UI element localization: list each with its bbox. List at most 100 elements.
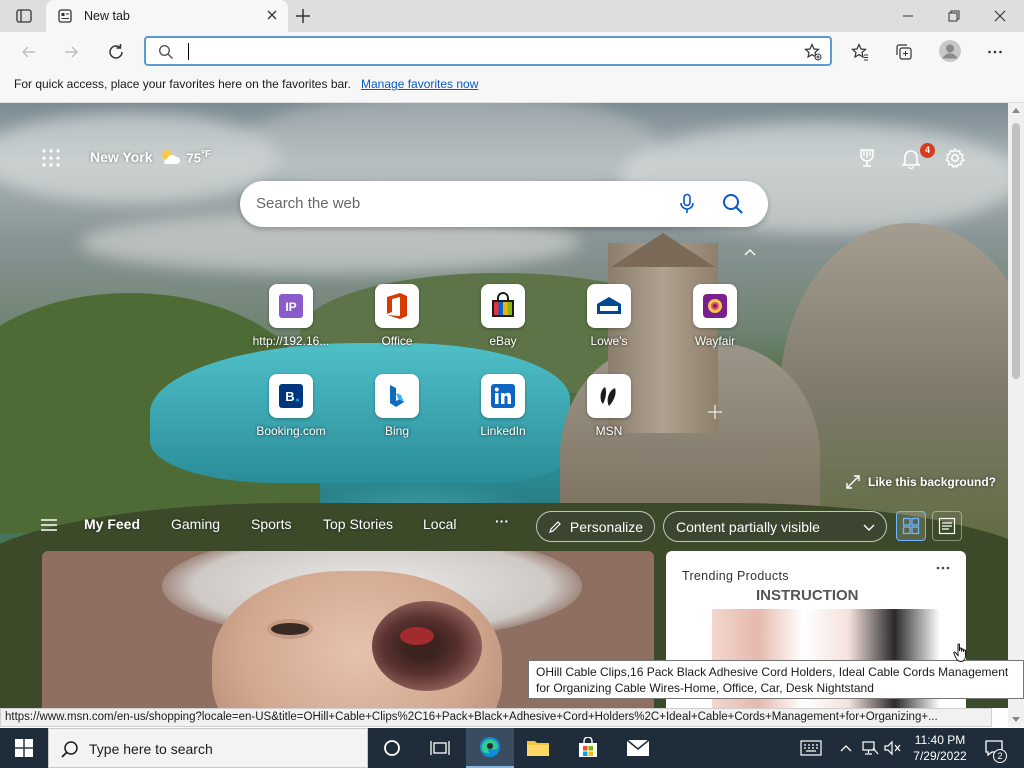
- scroll-up-arrow-icon[interactable]: [1012, 107, 1020, 113]
- show-hidden-icons-button[interactable]: [838, 728, 854, 768]
- card-more-button[interactable]: [936, 565, 950, 571]
- text-caret: [188, 43, 189, 60]
- plus-icon: [296, 9, 310, 23]
- file-explorer-button[interactable]: [514, 728, 562, 768]
- back-button[interactable]: [18, 41, 40, 63]
- cortana-button[interactable]: [368, 728, 416, 768]
- personalize-button[interactable]: Personalize: [536, 511, 655, 542]
- web-search-placeholder: Search the web: [256, 195, 361, 212]
- clock-time: 11:40 PM: [914, 733, 966, 747]
- notifications-button[interactable]: [900, 147, 922, 169]
- list-layout-icon: [938, 517, 956, 535]
- app-grid-icon: [42, 149, 60, 167]
- photo-detail: [372, 601, 482, 691]
- scrollbar-thumb[interactable]: [1012, 123, 1020, 379]
- page-scrollbar[interactable]: [1008, 103, 1024, 727]
- content-visibility-dropdown[interactable]: Content partially visible: [663, 511, 887, 542]
- quick-link-linkedin[interactable]: LinkedIn: [458, 374, 548, 438]
- voice-search-button[interactable]: [678, 193, 696, 215]
- search-icon: [723, 194, 743, 214]
- quick-link-label: Lowe's: [590, 334, 628, 348]
- hand-cursor-icon: [953, 643, 969, 663]
- close-window-button[interactable]: [990, 6, 1010, 26]
- collections-icon: [896, 44, 912, 60]
- minimize-button[interactable]: [898, 6, 918, 26]
- feed-tab-sports[interactable]: Sports: [251, 516, 291, 532]
- network-icon: [862, 741, 879, 755]
- office-icon: [375, 284, 419, 328]
- quick-link-label: Office: [381, 334, 413, 348]
- mail-button[interactable]: [614, 728, 662, 768]
- settings-more-button[interactable]: [984, 41, 1006, 63]
- new-tab-page: New York 75°F 4 Search the web IP http:/…: [0, 103, 1008, 708]
- edge-taskbar-button[interactable]: [466, 728, 514, 768]
- favorites-button[interactable]: [849, 41, 871, 63]
- quick-link-ebay[interactable]: eBay: [458, 284, 548, 348]
- cortana-circle-icon: [384, 740, 400, 756]
- scroll-down-arrow-icon[interactable]: [1012, 717, 1020, 723]
- manage-favorites-link[interactable]: Manage favorites now: [361, 77, 478, 91]
- network-button[interactable]: [860, 728, 880, 768]
- add-quick-link-button[interactable]: [706, 403, 724, 421]
- chevron-up-icon: [840, 745, 852, 752]
- newtab-favicon-icon: [58, 9, 72, 23]
- address-bar[interactable]: [144, 36, 832, 66]
- windows-logo-icon: [15, 739, 33, 757]
- web-search-box[interactable]: Search the web: [240, 181, 768, 227]
- quick-link-booking[interactable]: B Booking.com: [246, 374, 336, 438]
- photo-detail: [267, 619, 313, 639]
- grid-layout-button[interactable]: [896, 511, 926, 541]
- add-favorite-button[interactable]: [804, 43, 822, 61]
- tab-title: New tab: [84, 9, 130, 23]
- app-launcher-button[interactable]: [42, 149, 60, 167]
- like-background-button[interactable]: Like this background?: [846, 475, 996, 489]
- browser-tab[interactable]: New tab: [46, 0, 288, 32]
- store-button[interactable]: [564, 728, 612, 768]
- input-indicator-button[interactable]: [796, 728, 826, 768]
- quick-link-msn[interactable]: MSN: [564, 374, 654, 438]
- tab-actions-button[interactable]: [10, 6, 38, 26]
- quick-link-office[interactable]: Office: [352, 284, 442, 348]
- collapse-quick-links-button[interactable]: [742, 247, 758, 257]
- feed-tab-my-feed[interactable]: My Feed: [84, 516, 140, 532]
- list-layout-button[interactable]: [932, 511, 962, 541]
- tab-close-icon[interactable]: [266, 9, 278, 21]
- linkedin-icon: [481, 374, 525, 418]
- quick-link-label: Booking.com: [256, 424, 326, 438]
- refresh-button[interactable]: [105, 41, 127, 63]
- feed-menu-button[interactable]: [40, 518, 58, 532]
- profile-button[interactable]: [937, 38, 963, 64]
- taskbar-clock[interactable]: 11:40 PM 7/29/2022: [904, 732, 976, 764]
- quick-link-wayfair[interactable]: Wayfair: [670, 284, 760, 348]
- forward-button[interactable]: [60, 41, 82, 63]
- feed-more-button[interactable]: ···: [495, 513, 509, 529]
- browser-toolbar: [0, 32, 1024, 70]
- quick-link-bing[interactable]: Bing: [352, 374, 442, 438]
- quick-link-lowes[interactable]: Lowe's: [564, 284, 654, 348]
- search-icon: [61, 740, 79, 758]
- start-button[interactable]: [0, 728, 48, 768]
- restore-button[interactable]: [944, 6, 964, 26]
- action-center-button[interactable]: [980, 728, 1008, 768]
- page-settings-button[interactable]: [944, 147, 966, 169]
- feed-tab-gaming[interactable]: Gaming: [171, 516, 220, 532]
- web-search-submit-button[interactable]: [722, 193, 744, 215]
- weather-location: New York: [90, 149, 153, 165]
- rewards-button[interactable]: [856, 147, 878, 169]
- feed-tab-top-stories[interactable]: Top Stories: [323, 516, 393, 532]
- keyboard-icon: [800, 740, 822, 756]
- weather-widget[interactable]: New York 75°F: [90, 148, 211, 166]
- feed-tab-local[interactable]: Local: [423, 516, 456, 532]
- new-tab-button[interactable]: [294, 7, 312, 25]
- folder-icon: [527, 741, 549, 756]
- task-view-button[interactable]: [416, 728, 464, 768]
- quick-link-label: Bing: [384, 424, 410, 438]
- quick-link-ip[interactable]: IP http://192.16...: [246, 284, 336, 348]
- avatar-icon: [939, 40, 961, 62]
- collections-button[interactable]: [893, 41, 915, 63]
- feed-navigation: My Feed Gaming Sports Top Stories Local …: [0, 501, 1008, 551]
- volume-button[interactable]: [882, 728, 902, 768]
- bell-icon: [901, 150, 921, 169]
- taskbar-search-box[interactable]: Type here to search: [48, 728, 368, 768]
- svg-text:B: B: [285, 389, 294, 404]
